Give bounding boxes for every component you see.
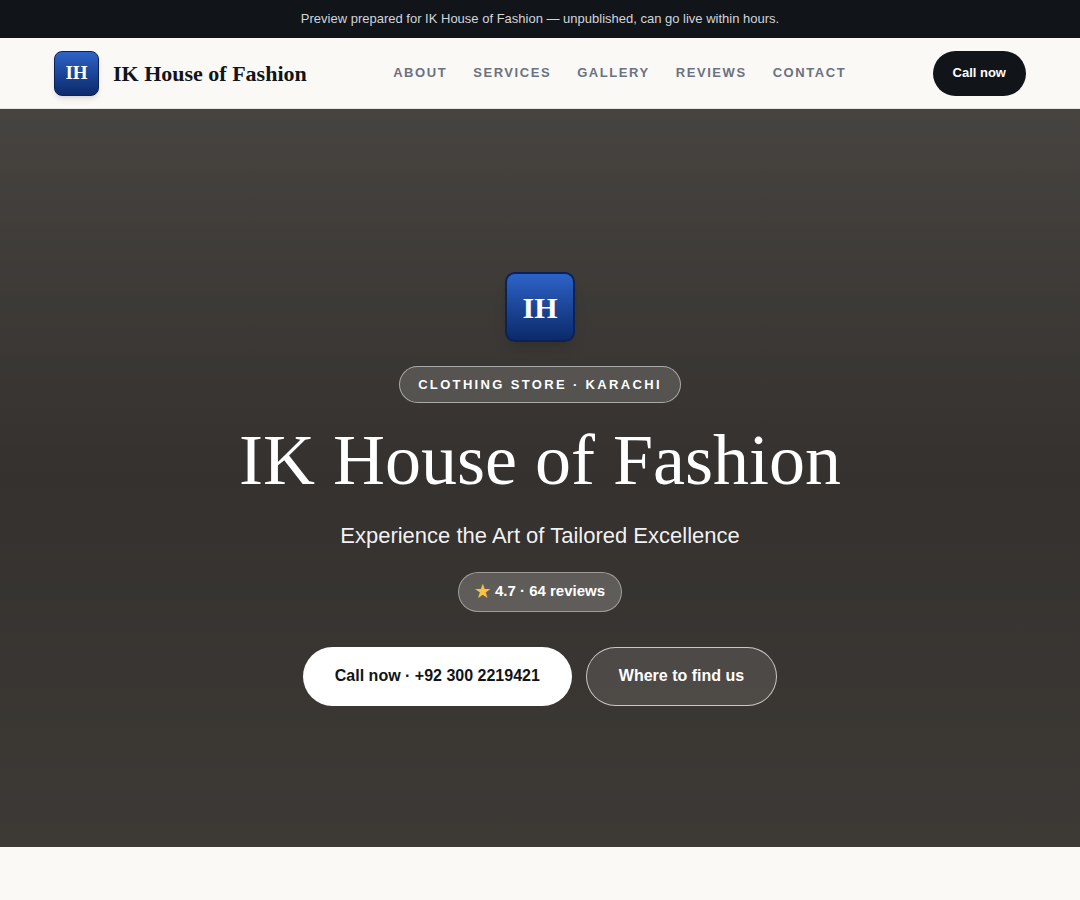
category-badge: CLOTHING STORE · KARACHI: [399, 366, 681, 403]
page-section: [0, 847, 1080, 900]
site-header: IH IK House of Fashion ABOUT SERVICES GALLER…: [0, 38, 1080, 109]
logo-text: IH: [522, 285, 557, 330]
hero: IH CLOTHING STORE · KARACHI IK House of Fa…: [0, 109, 1080, 847]
hero-title: IK House of Fashion: [239, 421, 841, 500]
nav-link[interactable]: REVIEWS: [676, 63, 747, 83]
nav-link[interactable]: CONTACT: [773, 63, 847, 83]
brand[interactable]: IH IK House of Fashion: [54, 51, 307, 96]
star-icon: ★: [475, 579, 490, 605]
rating-pill: ★4.7 · 64 reviews: [458, 572, 622, 612]
nav-link[interactable]: ABOUT: [393, 63, 447, 83]
rating-text: 4.7 · 64 reviews: [495, 580, 605, 603]
preview-banner: Preview prepared for IK House of Fashion…: [0, 0, 1080, 38]
hero-actions: Call now · +92 300 2219421Where to find …: [303, 647, 777, 706]
banner-text: Preview prepared for IK House of Fashion…: [301, 9, 779, 29]
brand-name: IK House of Fashion: [113, 57, 307, 90]
hero-content: IH CLOTHING STORE · KARACHI IK House of Fa…: [239, 272, 841, 705]
directions-button[interactable]: Where to find us: [586, 647, 777, 706]
nav-link[interactable]: SERVICES: [473, 63, 551, 83]
logo-text: IH: [65, 59, 87, 88]
nav-link[interactable]: GALLERY: [577, 63, 650, 83]
hero-logo: IH: [505, 272, 575, 342]
main-nav: ABOUT SERVICES GALLERY REVIEWS CONTACT: [393, 63, 846, 83]
call-button[interactable]: Call now: [933, 51, 1026, 96]
call-button[interactable]: Call now · +92 300 2219421: [303, 647, 572, 706]
brand-logo: IH: [54, 51, 99, 96]
hero-subtitle: Experience the Art of Tailored Excellenc…: [340, 519, 740, 552]
